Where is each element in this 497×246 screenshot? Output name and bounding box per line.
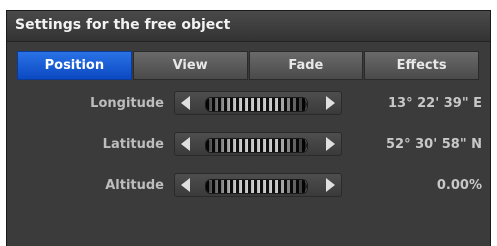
arrow-left-icon[interactable] [181,137,190,151]
tab-position[interactable]: Position [17,51,132,80]
altitude-control [174,173,342,197]
latitude-row: Latitude 52° 30' 58" N [7,132,490,156]
arrow-right-icon[interactable] [326,137,335,151]
longitude-value: 13° 22' 39" E [388,96,482,111]
latitude-value: 52° 30' 58" N [386,137,482,152]
longitude-row: Longitude 13° 22' 39" E [7,91,490,115]
panel-title: Settings for the free object [15,17,231,33]
arrow-right-icon[interactable] [326,96,335,110]
altitude-dial[interactable] [205,179,308,194]
altitude-value: 0.00% [436,178,482,193]
altitude-label: Altitude [105,178,164,193]
arrow-left-icon[interactable] [181,178,190,192]
longitude-dial[interactable] [205,97,308,112]
tab-view[interactable]: View [132,51,248,80]
tab-bar: Position View Fade Effects [17,51,480,80]
settings-panel: Settings for the free object Position Vi… [6,10,491,246]
longitude-label: Longitude [90,96,164,111]
arrow-right-icon[interactable] [326,178,335,192]
latitude-control [174,132,342,156]
panel-titlebar: Settings for the free object [7,11,490,42]
arrow-left-icon[interactable] [181,96,190,110]
longitude-control [174,91,342,115]
tab-effects[interactable]: Effects [364,51,479,80]
tab-fade[interactable]: Fade [248,51,364,80]
altitude-row: Altitude 0.00% [7,173,490,197]
latitude-dial[interactable] [205,138,308,153]
latitude-label: Latitude [102,137,164,152]
